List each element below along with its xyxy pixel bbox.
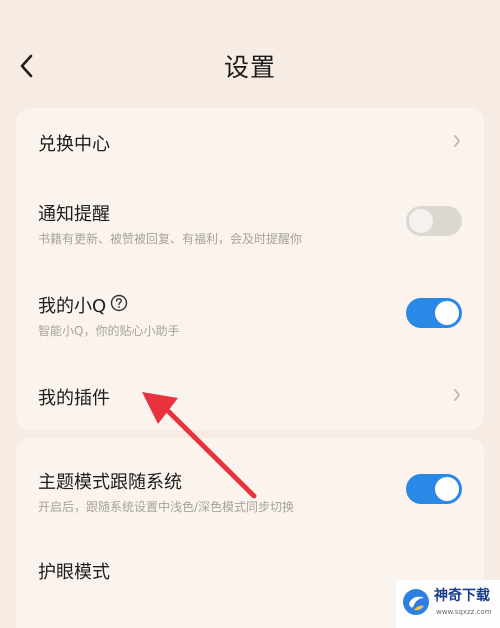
watermark-url: www.sqxzz.com [436,608,492,616]
setting-label: 兑换中心 [38,134,110,155]
setting-label-wrapper: 我的小Q [38,292,128,318]
setting-label: 主题模式跟随系统 [38,472,182,493]
header-bar: 设置 [0,0,500,110]
chevron-right-icon [452,387,462,403]
my-xiaoq-toggle[interactable] [406,298,462,328]
notifications-toggle[interactable] [406,206,462,236]
setting-label: 通知提醒 [38,204,110,225]
watermark: 神奇下载 www.sqxzz.com [396,580,500,628]
setting-label: 护眼模式 [38,562,110,583]
setting-row-notifications: 通知提醒 书籍有更新、被赞被回复、有福利，会及时提醒你 [16,182,484,262]
watermark-title: 神奇下载 [434,588,490,604]
setting-description: 智能小Q，你的贴心小助手 [38,324,180,338]
setting-row-my-plugins[interactable]: 我的插件 [16,364,484,430]
chevron-right-icon [452,133,462,149]
setting-label: 我的插件 [38,388,110,409]
theme-follow-system-toggle[interactable] [406,474,462,504]
setting-row-my-xiaoq: 我的小Q 智能小Q，你的贴心小助手 [16,274,484,354]
setting-row-theme-follow-system: 主题模式跟随系统 开启后，跟随系统设置中浅色/深色模式同步切换 [16,438,484,528]
setting-description: 开启后，跟随系统设置中浅色/深色模式同步切换 [38,500,295,514]
watermark-logo-icon [402,588,430,616]
toggle-knob [435,301,459,325]
setting-label: 我的小Q [38,296,107,317]
toggle-knob [435,477,459,501]
setting-row-redeem-center[interactable]: 兑换中心 [16,108,484,174]
settings-group-general: 兑换中心 通知提醒 书籍有更新、被赞被回复、有福利，会及时提醒你 我的小Q 智能… [16,108,484,430]
setting-description: 书籍有更新、被赞被回复、有福利，会及时提醒你 [38,232,303,246]
toggle-knob [409,209,433,233]
question-circle-icon[interactable] [110,294,128,317]
page-title: 设置 [223,53,276,82]
